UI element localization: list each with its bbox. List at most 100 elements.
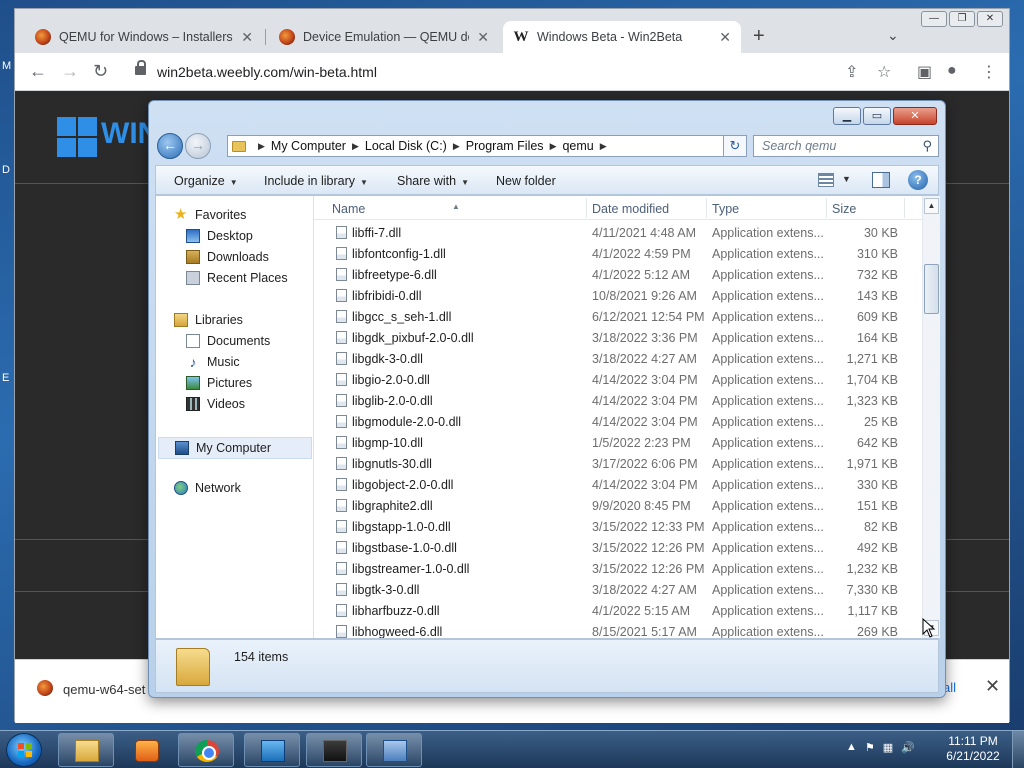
taskbar-media-button[interactable] — [118, 733, 174, 767]
taskbar-task-manager-button[interactable] — [306, 733, 362, 767]
maximize-icon[interactable]: ▭ — [863, 107, 891, 125]
close-download-bar-icon[interactable]: ✕ — [985, 676, 1000, 697]
vertical-scrollbar[interactable]: ▲ ▼ — [922, 196, 940, 638]
lock-icon[interactable] — [135, 60, 146, 77]
organize-button[interactable]: Organize ▼ — [174, 174, 238, 188]
nav-item-documents[interactable]: Documents — [186, 334, 270, 348]
close-tab-icon[interactable]: ✕ — [477, 29, 489, 46]
nav-libraries[interactable]: Libraries — [174, 313, 243, 327]
column-header-type[interactable]: Type — [712, 202, 739, 216]
back-arrow-icon[interactable]: ← — [157, 133, 183, 159]
close-window-icon[interactable]: ✕ — [977, 11, 1003, 27]
column-divider[interactable] — [904, 198, 905, 218]
column-divider[interactable] — [706, 198, 707, 218]
nav-item-music[interactable]: ♪ Music — [186, 355, 240, 369]
table-row[interactable]: libhogweed-6.dll 8/15/2021 5:17 AM Applica… — [314, 621, 922, 638]
minimize-icon[interactable]: ▁ — [833, 107, 861, 125]
share-with-button[interactable]: Share with ▼ — [397, 174, 469, 188]
forward-arrow-icon[interactable]: → — [61, 61, 79, 82]
system-clock[interactable]: 11:11 PM 6/21/2022 — [936, 734, 1010, 764]
table-row[interactable]: libfribidi-0.dll 10/8/2021 9:26 AM Applica… — [314, 285, 922, 306]
taskbar-control-panel-button[interactable] — [366, 733, 422, 767]
include-in-library-button[interactable]: Include in library ▼ — [264, 174, 368, 188]
forward-arrow-icon[interactable]: → — [185, 133, 211, 159]
desktop-icon-label-fragment[interactable]: D — [2, 164, 10, 176]
tab-qemu-installers[interactable]: QEMU for Windows – Installers ( ✕ — [25, 21, 263, 53]
table-row[interactable]: libgstreamer-1.0-0.dll 3/15/2022 12:26 PM… — [314, 558, 922, 579]
scroll-up-icon[interactable]: ▲ — [924, 198, 939, 214]
desktop-icon-label-fragment[interactable]: M — [2, 60, 11, 72]
refresh-icon[interactable]: ↻ — [723, 135, 747, 157]
reload-icon[interactable]: ↻ — [93, 61, 108, 82]
nav-item-pictures[interactable]: Pictures — [186, 376, 252, 390]
table-row[interactable]: libffi-7.dll 4/11/2021 4:48 AM Application… — [314, 222, 922, 243]
close-window-icon[interactable]: ✕ — [893, 107, 937, 125]
table-row[interactable]: libgnutls-30.dll 3/17/2022 6:06 PM Applica… — [314, 453, 922, 474]
table-row[interactable]: libgcc_s_seh-1.dll 6/12/2021 12:54 PM Appl… — [314, 306, 922, 327]
show-hidden-icons-icon[interactable]: ▲ — [846, 741, 857, 754]
column-divider[interactable] — [826, 198, 827, 218]
column-divider[interactable] — [586, 198, 587, 218]
breadcrumb-item[interactable]: qemu — [562, 139, 593, 153]
column-header-name[interactable]: Name — [332, 202, 365, 216]
table-row[interactable]: libharfbuzz-0.dll 4/1/2022 5:15 AM Applica… — [314, 600, 922, 621]
minimize-icon[interactable]: — — [921, 11, 947, 27]
action-center-flag-icon[interactable]: ⚑ — [865, 741, 875, 754]
new-tab-icon[interactable]: + — [753, 25, 765, 48]
nav-item-desktop[interactable]: Desktop — [186, 229, 253, 243]
table-row[interactable]: libgio-2.0-0.dll 4/14/2022 3:04 PM Applica… — [314, 369, 922, 390]
nav-item-network[interactable]: Network — [174, 481, 241, 495]
column-header-date-modified[interactable]: Date modified — [592, 202, 669, 216]
nav-item-recent-places[interactable]: Recent Places — [186, 271, 288, 285]
search-icon[interactable]: ⚲ — [922, 138, 932, 154]
table-row[interactable]: libgdk_pixbuf-2.0-0.dll 3/18/2022 3:36 PM… — [314, 327, 922, 348]
profile-avatar-icon[interactable]: ● — [947, 62, 957, 80]
chevron-down-icon[interactable]: ▼ — [842, 174, 851, 184]
table-row[interactable]: libfontconfig-1.dll 4/1/2022 4:59 PM Appli… — [314, 243, 922, 264]
menu-kebab-icon[interactable]: ⋮ — [981, 62, 997, 82]
taskbar-explorer-button[interactable] — [58, 733, 114, 767]
volume-icon[interactable]: 🔊 — [901, 741, 915, 754]
tab-search-icon[interactable]: ⌄ — [887, 27, 899, 44]
breadcrumb-item[interactable]: My Computer — [271, 139, 346, 153]
chevron-right-icon[interactable]: ▶ — [600, 141, 607, 152]
bookmark-star-icon[interactable]: ☆ — [877, 62, 891, 82]
chevron-right-icon[interactable]: ▶ — [352, 141, 359, 152]
address-bar[interactable]: win2beta.weebly.com/win-beta.html — [157, 64, 377, 80]
help-icon[interactable]: ? — [908, 170, 928, 190]
start-button[interactable] — [6, 733, 42, 767]
chevron-right-icon[interactable]: ▶ — [550, 141, 557, 152]
tab-windows-beta[interactable]: W Windows Beta - Win2Beta ✕ — [503, 21, 741, 53]
download-item[interactable]: qemu-w64-set — [63, 682, 145, 697]
table-row[interactable]: libglib-2.0-0.dll 4/14/2022 3:04 PM Applic… — [314, 390, 922, 411]
nav-item-videos[interactable]: Videos — [186, 397, 245, 411]
table-row[interactable]: libgstbase-1.0-0.dll 3/15/2022 12:26 PM Ap… — [314, 537, 922, 558]
table-row[interactable]: libgstapp-1.0-0.dll 3/15/2022 12:33 PM App… — [314, 516, 922, 537]
search-input[interactable]: Search qemu ⚲ — [753, 135, 939, 157]
show-desktop-button[interactable] — [1012, 731, 1024, 768]
restore-icon[interactable]: ❐ — [949, 11, 975, 27]
table-row[interactable]: libfreetype-6.dll 4/1/2022 5:12 AM Applica… — [314, 264, 922, 285]
close-tab-icon[interactable]: ✕ — [241, 29, 253, 46]
preview-pane-icon[interactable] — [872, 172, 890, 188]
table-row[interactable]: libgmp-10.dll 1/5/2022 2:23 PM Application… — [314, 432, 922, 453]
desktop-icon-label-fragment[interactable]: E — [2, 372, 9, 384]
table-row[interactable]: libgdk-3-0.dll 3/18/2022 4:27 AM Applicati… — [314, 348, 922, 369]
table-row[interactable]: libgobject-2.0-0.dll 4/14/2022 3:04 PM App… — [314, 474, 922, 495]
nav-item-my-computer[interactable]: My Computer — [158, 437, 312, 459]
table-row[interactable]: libgmodule-2.0-0.dll 4/14/2022 3:04 PM App… — [314, 411, 922, 432]
taskbar-remote-desktop-button[interactable] — [244, 733, 300, 767]
tab-device-emulation[interactable]: Device Emulation — QEMU docu ✕ — [269, 21, 499, 53]
details-view-icon[interactable] — [818, 173, 834, 187]
nav-item-downloads[interactable]: Downloads — [186, 250, 269, 264]
network-status-icon[interactable]: ▦ — [883, 741, 893, 754]
chevron-right-icon[interactable]: ▶ — [453, 141, 460, 152]
side-panel-icon[interactable]: ▣ — [917, 62, 932, 82]
scrollbar-thumb[interactable] — [924, 264, 939, 314]
address-breadcrumb[interactable]: ▶ My Computer ▶ Local Disk (C:) ▶ Program F… — [227, 135, 747, 157]
breadcrumb-item[interactable]: Local Disk (C:) — [365, 139, 447, 153]
column-header-size[interactable]: Size — [832, 202, 856, 216]
back-arrow-icon[interactable]: ← — [29, 61, 47, 82]
chevron-right-icon[interactable]: ▶ — [258, 141, 265, 152]
taskbar-chrome-button[interactable] — [178, 733, 234, 767]
